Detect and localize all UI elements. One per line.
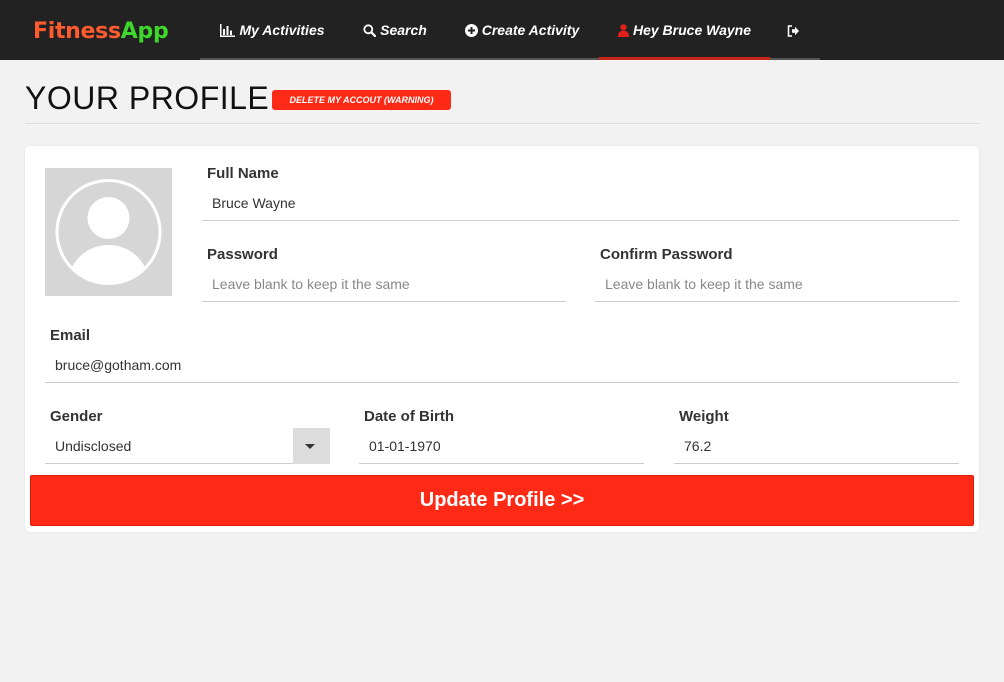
delete-account-button[interactable]: DELETE MY ACCOUT (WARNING): [272, 90, 451, 110]
top-navbar: FitnessApp My Activities Search Create A…: [0, 0, 1004, 60]
full-name-label: Full Name: [207, 165, 279, 182]
dob-label: Date of Birth: [364, 408, 454, 425]
nav-create-activity[interactable]: Create Activity: [445, 0, 599, 60]
gender-selected-value: Undisclosed: [55, 438, 132, 454]
chevron-down-icon[interactable]: [293, 428, 330, 464]
plus-circle-icon: [464, 0, 478, 60]
user-icon: [617, 0, 629, 60]
sign-out-icon: [787, 0, 800, 60]
confirm-password-input[interactable]: [595, 266, 959, 302]
nav-my-activities[interactable]: My Activities: [200, 0, 345, 60]
confirm-password-label: Confirm Password: [600, 246, 733, 263]
page-title: YOUR PROFILE: [25, 80, 270, 116]
nav-user-label: Hey Bruce Wayne: [632, 22, 751, 38]
weight-label: Weight: [679, 408, 729, 425]
email-input[interactable]: [45, 347, 959, 383]
nav-search-label: Search: [380, 22, 427, 38]
nav-underline: [200, 58, 599, 60]
nav-active-indicator: [599, 57, 770, 60]
dob-input[interactable]: [359, 428, 644, 464]
nav-logout[interactable]: [770, 0, 820, 60]
nav-search[interactable]: Search: [345, 0, 445, 60]
search-icon: [363, 0, 377, 60]
nav-my-activities-label: My Activities: [239, 22, 325, 38]
avatar-placeholder-icon: [55, 179, 162, 285]
title-divider: [25, 123, 979, 124]
update-profile-button[interactable]: Update Profile >>: [30, 475, 974, 526]
password-input[interactable]: [202, 266, 566, 302]
nav-user-profile[interactable]: Hey Bruce Wayne: [599, 0, 770, 60]
nav-create-activity-label: Create Activity: [481, 22, 580, 38]
gender-label: Gender: [50, 408, 103, 425]
nav-underline-logout: [770, 58, 820, 60]
password-label: Password: [207, 246, 278, 263]
gender-select[interactable]: Undisclosed: [45, 428, 330, 464]
bar-chart-icon: [220, 0, 236, 60]
brand-logo[interactable]: FitnessApp: [33, 15, 169, 49]
brand-logo-part1: Fitness: [33, 19, 121, 44]
full-name-input[interactable]: [202, 185, 959, 221]
email-label: Email: [50, 327, 91, 344]
brand-logo-part2: App: [120, 19, 169, 44]
weight-input[interactable]: [674, 428, 959, 464]
avatar[interactable]: [45, 168, 172, 296]
